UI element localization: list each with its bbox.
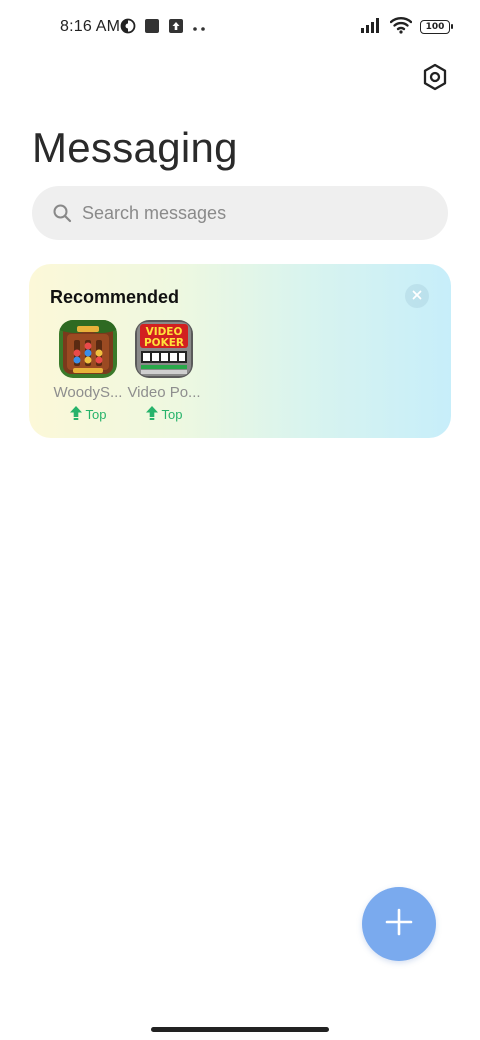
page-title: Messaging [32, 124, 238, 171]
signal-icon [360, 17, 382, 38]
plus-icon [385, 908, 413, 941]
recommended-close-button[interactable] [405, 284, 429, 308]
arrow-up-icon [69, 406, 82, 423]
badge-label: Top [85, 407, 107, 422]
close-icon [412, 287, 422, 305]
status-left-icons [120, 18, 206, 38]
top-badge: Top [145, 406, 183, 423]
search-placeholder: Search messages [82, 202, 227, 223]
square-notification-icon [144, 18, 160, 39]
top-badge: Top [69, 406, 107, 423]
recommended-title: Recommended [50, 287, 180, 307]
recommended-card: Recommended WoodyS... Top VIDEO POKER Vi… [29, 264, 451, 438]
badge-label: Top [161, 407, 183, 422]
status-time: 8:16 AM [60, 18, 121, 35]
status-right-icons: 100 [360, 16, 453, 39]
recommended-app-woodysort[interactable]: WoodyS... Top [50, 320, 126, 423]
battery-level: 100 [425, 22, 445, 32]
new-message-button[interactable] [362, 887, 436, 961]
video-poker-app-icon: VIDEO POKER [135, 320, 193, 378]
woody-sort-app-icon [59, 320, 117, 378]
video-poker-line2: POKER [144, 337, 184, 349]
status-bar: 8:16 AM 100 [0, 0, 480, 56]
search-input[interactable]: Search messages [32, 186, 448, 240]
theme-icon [120, 18, 136, 39]
search-icon [52, 203, 72, 223]
recommended-app-videopoker[interactable]: VIDEO POKER Video Po... Top [126, 320, 202, 423]
app-name: Video Po... [127, 384, 201, 401]
more-dots-icon [192, 19, 206, 37]
settings-hexagon-icon [422, 63, 448, 96]
battery-icon: 100 [420, 20, 453, 34]
wifi-icon [389, 16, 413, 39]
arrow-up-icon [145, 406, 158, 423]
upload-notification-icon [168, 18, 184, 39]
app-name: WoodyS... [53, 384, 123, 401]
settings-button[interactable] [420, 63, 450, 96]
home-indicator[interactable] [151, 1027, 329, 1032]
